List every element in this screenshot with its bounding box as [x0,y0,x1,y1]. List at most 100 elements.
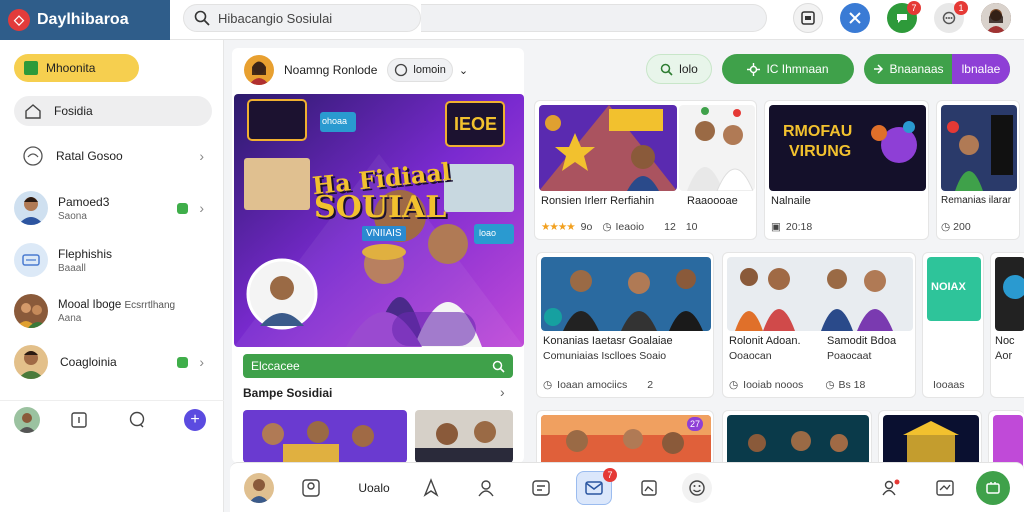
card-subtitle: Comuniaias Isclloes Soaio [543,350,667,362]
card-meta-text: Ioaan amociics [557,379,628,391]
profile-icon[interactable] [296,473,326,503]
card-banner-text: RMOFAU [783,123,853,140]
clock-icon: ◷ [602,221,612,233]
secondary-action-button[interactable]: Bnaanaas [864,54,952,84]
section-thumbnail[interactable] [415,410,513,463]
top-bar: ◇ Daylhibaroa 7 1 [0,0,1024,40]
sidebar-item-label: Coagloinia [60,355,117,369]
close-x-icon[interactable] [840,3,870,33]
clock-icon: ◷ [825,379,835,391]
add-icon[interactable]: + [184,409,206,431]
hero-chip-label: IEOE [454,114,498,134]
edit-icon[interactable] [930,473,960,503]
sidebar-item-mooal-iboge[interactable]: Mooal Iboge Ecsrrtlhang Aana [14,290,212,332]
sidebar-item-pamoed3[interactable]: Pamoed3 Saona › [14,185,212,231]
hero-tag: VNIIAIS [362,226,406,241]
sidebar-item-label: Ratal Gosoo [56,149,123,163]
send-icon[interactable] [416,473,446,503]
brand-header[interactable]: ◇ Daylhibaroa [0,0,170,40]
picture-icon[interactable] [634,473,664,503]
status-bar-button[interactable]: Elccacee [243,354,513,378]
clock-icon: ◷ [543,379,553,391]
secondary-action-group: Bnaanaas lbnalae [864,54,1010,84]
avatar[interactable] [244,55,274,85]
audience-chip[interactable]: lomoin [387,58,453,82]
sidebar-item-flephishis[interactable]: Flephishis Baaall [14,240,212,280]
card-thumbnail [539,105,677,191]
notifications-chat-icon[interactable]: 1 [934,1,968,33]
chevron-right-icon: › [199,354,204,370]
sidebar-item-fosidia[interactable]: Fosidia [14,96,212,126]
sidebar-item-sub: Aana [58,312,82,324]
notifications-badge: 1 [954,1,968,15]
search-input[interactable] [218,10,408,26]
messages-square-icon[interactable] [793,3,823,33]
card-meta: ◷ 200 [941,221,971,233]
primary-action-button[interactable]: IC Ihmnaan [722,54,854,84]
section-title: Bampe Sosidiai [243,386,333,400]
chat-bubble-icon[interactable]: 7 [887,1,921,33]
content-card[interactable]: Ronsien Irlerr Rerfiahin Raaoooae ★★★★ 9… [534,100,757,240]
sidebar-item-label: Flephishis [58,246,113,261]
content-card[interactable]: Remanias ilarar ◷ 200 [936,100,1020,240]
content-card[interactable]: 27 [536,410,714,470]
card-meta-text: 20:18 [785,221,813,233]
chevron-right-icon[interactable]: › [500,384,505,400]
content-card[interactable]: Konanias Iaetasr Goalaiae Comuniaias Isc… [536,252,714,398]
card-meta: ◷ Ioaan amociics 2 [543,379,653,391]
feed-user-name[interactable]: Noamng Ronlode [284,63,377,77]
sidebar-item-label: Fosidia [54,104,93,118]
card-thumbnail [727,257,913,331]
avatar[interactable] [244,473,274,503]
card-meta-text: 2 [647,379,654,391]
content-card[interactable] [878,410,982,470]
tile-label: NOIAX [931,281,966,293]
user-add-icon[interactable] [472,473,502,503]
rating-value: 9o [580,221,593,233]
avatar[interactable] [14,407,40,433]
feed-header: Noamng Ronlode lomoin ⌄ [244,54,468,86]
chevron-down-icon[interactable]: ⌄ [459,64,468,77]
search-icon [194,10,210,26]
comment-icon[interactable] [128,411,146,429]
content-card[interactable] [988,410,1024,470]
card-subtitle: Aor [995,350,1013,362]
uloalo-tab[interactable]: Uoalo [354,473,394,503]
content-card[interactable]: RMOFAU VIRUNG Nalnaile ▣ 20:18 [764,100,929,240]
profile-avatar[interactable] [981,3,1011,33]
content-card[interactable]: Noc Aor [990,252,1024,398]
inbox-icon[interactable]: 7 [576,468,617,505]
hero-image[interactable]: Ha Fidiaal SOUIAL VNIIAIS ohoaa loao IEO… [234,94,524,347]
content-card[interactable]: NOIAX Iooaas [922,252,984,398]
card-meta: ◷ Iooiab nooos ◷ Bs 18 [729,379,865,391]
tertiary-action-button[interactable]: lbnalae [952,54,1010,84]
clock-icon: ◷ [941,221,951,233]
card-title: Konanias Iaetasr Goalaiae [543,335,673,347]
card-subtitle: Poaocaat [827,350,872,362]
card-meta: ★★★★ 9o ◷ Ieaoio 12 10 [541,221,698,233]
video-icon[interactable] [976,471,1010,505]
lolo-button[interactable]: lolo [646,54,712,84]
card-meta: ▣ 20:18 [771,221,812,233]
brand-logo-icon: ◇ [8,9,30,31]
emoji-icon[interactable] [682,473,712,503]
avatar [14,345,48,379]
sidebar-item-coagloinia[interactable]: Coagloinia › [14,342,212,382]
bottom-toolbar: Uoalo 7 [230,462,1024,512]
sidebar-item-ratal-gosoo[interactable]: Ratal Gosoo › [14,141,212,171]
chat-badge: 7 [907,1,921,15]
search-bar-extension[interactable] [421,4,767,32]
people-icon[interactable] [876,473,906,503]
section-thumbnail[interactable] [243,410,407,463]
content-card[interactable] [722,410,872,470]
content-card[interactable]: Rolonit Adoan. Ooaocan Samodit Bdoa Poao… [722,252,916,398]
calendar-icon[interactable] [70,411,88,429]
monitor-pill-button[interactable]: Mhoonita [14,54,139,82]
card-meta-text: Ieaoio [615,221,645,233]
count-badge: 27 [687,417,704,431]
search-box[interactable] [183,4,421,32]
grid-icon[interactable] [526,473,556,503]
sidebar-item-label: Pamoed3 [58,194,110,209]
secondary-action-label: Bnaanaas [889,62,944,76]
online-indicator-icon [177,202,188,214]
